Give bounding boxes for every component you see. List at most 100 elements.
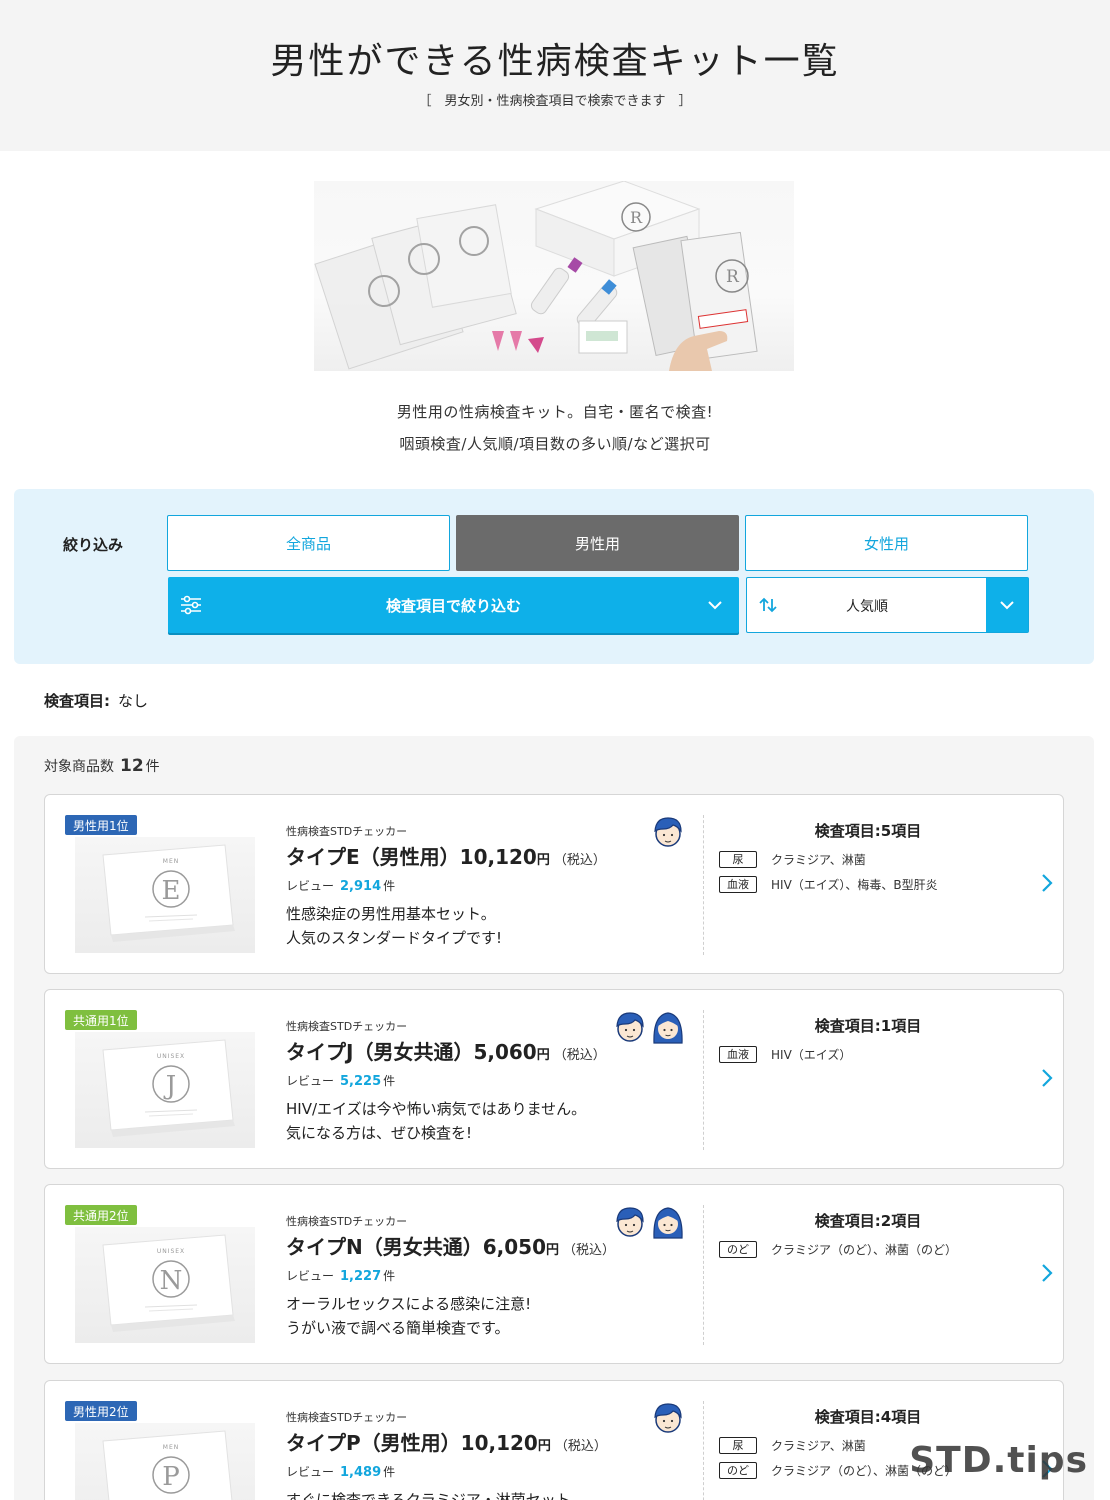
price-currency: 円	[536, 1048, 550, 1063]
product-description-line: オーラルセックスによる感染に注意!	[286, 1295, 532, 1313]
svg-text:J: J	[163, 1071, 176, 1101]
sort-dropdown-toggle[interactable]	[986, 578, 1028, 632]
filter-men-button[interactable]: 男性用	[456, 515, 739, 571]
product-maker: 性病検査STDチェッカー	[286, 1215, 408, 1228]
filter-panel: 絞り込み 全商品 男性用 女性用 検査項目で絞り込む 人気順	[14, 489, 1094, 664]
product-price: 6,050	[482, 1235, 547, 1259]
selected-tests-value: なし	[118, 692, 149, 710]
sort-select[interactable]: 人気順	[746, 577, 1029, 633]
svg-text:R: R	[726, 267, 740, 287]
price-tax-note: （税込）	[554, 1439, 607, 1454]
test-items: HIV（エイズ）、梅毒、B型肝炎	[771, 878, 938, 892]
page: 男性ができる性病検査キット一覧 ［ 男女別・性病検査項目で検索できます ］ R	[0, 0, 1110, 1500]
test-items: クラミジア、淋菌	[771, 853, 866, 867]
male-face-icon	[652, 1401, 684, 1439]
result-count-unit: 件	[145, 759, 160, 775]
test-items: クラミジア、淋菌	[771, 1439, 866, 1453]
product-description: オーラルセックスによる感染に注意! うがい液で調べる簡単検査です。	[286, 1292, 531, 1340]
product-card[interactable]: 共通用1位 UNISEX J 性病検査STDチェッカー タイプJ（男女共通）5,060円…	[44, 989, 1064, 1169]
test-row: 血液 HIV（エイズ）	[719, 1046, 851, 1063]
narrow-by-test-button[interactable]: 検査項目で絞り込む	[168, 577, 739, 633]
product-title[interactable]: タイプN（男女共通）6,050円 （税込）	[286, 1231, 615, 1260]
product-price: 5,060	[473, 1040, 537, 1064]
product-card[interactable]: 男性用1位 MEN E 性病検査STDチェッカー タイプE（男性用）10,120円 （税込…	[44, 794, 1064, 974]
chevron-right-icon[interactable]	[1041, 873, 1053, 897]
product-maker: 性病検査STDチェッカー	[286, 1411, 408, 1424]
filter-all-products-button[interactable]: 全商品	[167, 515, 450, 571]
test-row: のど クラミジア（のど）、淋菌（のど）	[719, 1241, 957, 1258]
test-sample-tag: 尿	[719, 851, 757, 868]
product-description-line: 性感染症の男性用基本セット。	[286, 905, 496, 923]
test-sample-tag: 尿	[719, 1437, 757, 1454]
product-title[interactable]: タイプP（男性用）10,120円 （税込）	[286, 1427, 607, 1456]
product-box-image: UNISEX J	[75, 1032, 255, 1148]
price-currency: 円	[537, 1439, 551, 1454]
product-description: 性感染症の男性用基本セット。 人気のスタンダードタイプです!	[286, 902, 502, 950]
target-gender-icons	[652, 815, 684, 853]
review-unit: 件	[383, 879, 396, 893]
site-watermark: STD.tips	[909, 1440, 1088, 1481]
product-title[interactable]: タイプJ（男女共通）5,060円 （税込）	[286, 1036, 606, 1065]
male-face-icon	[614, 1205, 646, 1243]
rank-badge: 共通用2位	[65, 1205, 137, 1225]
product-maker: 性病検査STDチェッカー	[286, 1020, 408, 1033]
product-description: HIV/エイズは今や怖い病気ではありません。 気になる方は、ぜひ検査を!	[286, 1097, 586, 1145]
svg-text:N: N	[160, 1266, 183, 1296]
test-sample-tag: のど	[719, 1462, 757, 1479]
tests-title: 検査項目:5項目	[814, 822, 922, 840]
chevron-right-icon[interactable]	[1041, 1068, 1053, 1092]
tests-title: 検査項目:4項目	[814, 1408, 922, 1426]
product-reviews: レビュー 1,227 件	[286, 1267, 395, 1284]
review-label: レビュー	[286, 1269, 335, 1283]
chevron-down-icon	[1000, 601, 1014, 610]
review-count: 1,227	[340, 1269, 382, 1284]
svg-text:MEN: MEN	[163, 1444, 179, 1451]
product-box-image: UNISEX N	[75, 1227, 255, 1343]
result-count-number: 12	[120, 756, 144, 776]
review-count: 5,225	[340, 1074, 382, 1089]
page-title: 男性ができる性病検査キット一覧	[270, 41, 840, 82]
review-label: レビュー	[286, 1074, 335, 1088]
review-unit: 件	[383, 1074, 396, 1088]
product-price: 10,120	[459, 845, 537, 869]
card-divider	[703, 1205, 704, 1345]
tests-title: 検査項目:2項目	[814, 1212, 922, 1230]
review-count: 1,489	[340, 1465, 382, 1480]
test-sample-tag: 血液	[719, 876, 757, 893]
target-gender-icons	[652, 1401, 684, 1439]
sliders-icon	[180, 595, 202, 619]
price-tax-note: （税込）	[553, 1048, 606, 1063]
svg-text:UNISEX: UNISEX	[157, 1248, 185, 1255]
sort-value: 人気順	[846, 599, 888, 615]
product-box-image: MEN E	[75, 837, 255, 953]
test-sample-tag: 血液	[719, 1046, 757, 1063]
card-divider	[703, 1401, 704, 1500]
price-currency: 円	[546, 1243, 560, 1258]
page-subtitle: ［ 男女別・性病検査項目で検索できます ］	[418, 94, 692, 109]
svg-text:R: R	[630, 208, 643, 227]
female-face-icon	[652, 1205, 684, 1243]
test-row: 血液 HIV（エイズ）、梅毒、B型肝炎	[719, 876, 938, 893]
review-label: レビュー	[286, 1465, 335, 1479]
product-price: 10,120	[460, 1431, 538, 1455]
rank-badge: 男性用2位	[65, 1401, 137, 1421]
test-items: クラミジア（のど）、淋菌（のど）	[771, 1243, 958, 1257]
product-description-line: HIV/エイズは今や怖い病気ではありません。	[286, 1100, 587, 1118]
svg-text:UNISEX: UNISEX	[157, 1053, 185, 1060]
male-face-icon	[652, 815, 684, 853]
tests-title: 検査項目:1項目	[814, 1017, 922, 1035]
price-tax-note: （税込）	[563, 1243, 616, 1258]
product-description-line: 気になる方は、ぜひ検査を!	[286, 1124, 473, 1142]
product-description-line: すぐに検査できるクラミジア・淋菌セット	[286, 1491, 571, 1500]
result-count: 対象商品数 12 件	[44, 756, 160, 776]
filter-women-button[interactable]: 女性用	[745, 515, 1028, 571]
product-card[interactable]: 共通用2位 UNISEX N 性病検査STDチェッカータイプN（男女共通）6,050円…	[44, 1184, 1064, 1364]
narrow-by-test-label: 検査項目で絞り込む	[385, 596, 521, 615]
results-panel: 対象商品数 12 件 男性用1位 MEN E 性病検査STDチェッカー タイプE（男性用）1…	[14, 736, 1094, 1500]
test-row: 尿クラミジア、淋菌	[719, 1437, 866, 1454]
chevron-right-icon[interactable]	[1041, 1263, 1053, 1287]
result-count-label: 対象商品数	[44, 759, 114, 775]
card-divider	[703, 815, 704, 955]
target-gender-icons	[614, 1205, 684, 1243]
product-title[interactable]: タイプE（男性用）10,120円 （税込）	[286, 841, 606, 870]
